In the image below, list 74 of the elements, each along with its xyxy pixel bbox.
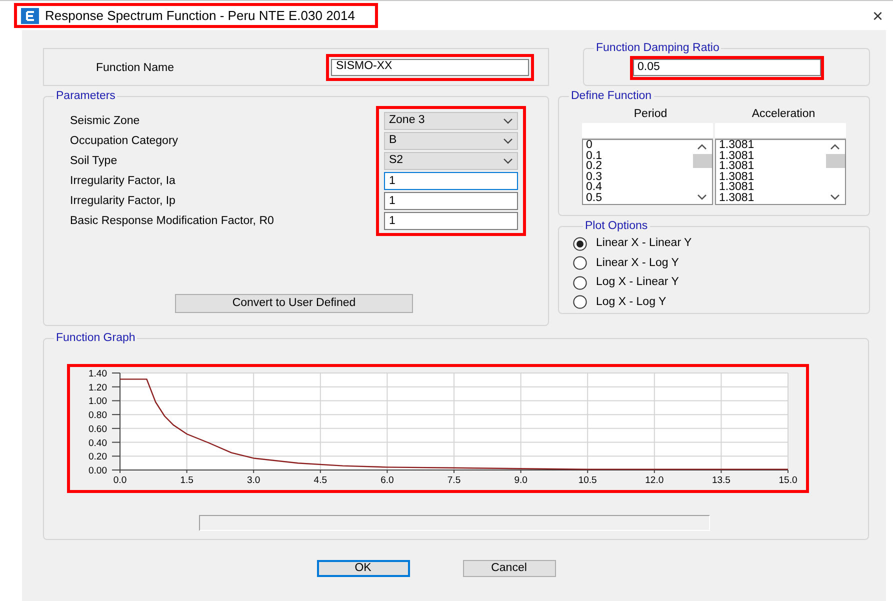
radio-button[interactable] — [573, 276, 587, 290]
cancel-button[interactable]: Cancel — [462, 560, 556, 577]
list-item[interactable]: 1.3081 — [719, 172, 825, 182]
chevron-icon — [503, 118, 513, 124]
radio-option[interactable]: Log X - Linear Y — [573, 273, 869, 292]
tick-label: 13.5 — [712, 475, 730, 486]
list-item[interactable]: 0.5 — [586, 192, 692, 203]
dropdown[interactable]: B — [384, 132, 518, 150]
input-field[interactable]: 1 — [384, 192, 518, 210]
list-item[interactable]: 0.4 — [586, 182, 692, 192]
tick-label: 7.5 — [447, 475, 461, 486]
field-label: Basic Response Modification Factor, R0 — [70, 214, 274, 229]
close-button[interactable]: × — [868, 6, 887, 24]
field-label: Occupation Category — [70, 134, 180, 149]
radio-button[interactable] — [573, 256, 587, 270]
tick-label: 0.0 — [113, 475, 127, 486]
app-icon — [21, 8, 39, 24]
list-item[interactable]: 0.2 — [586, 161, 692, 172]
group-title: Parameters — [55, 90, 116, 102]
list-item[interactable]: 1.3081 — [719, 192, 825, 203]
tick-label: 10.5 — [578, 475, 597, 486]
tick-label: 3.0 — [247, 475, 260, 486]
input-field[interactable]: 1 — [384, 172, 518, 190]
radio-button[interactable] — [573, 295, 587, 310]
chevron-icon — [503, 158, 513, 164]
column-header: Period — [632, 107, 668, 122]
list-item[interactable]: 1.3081 — [719, 140, 825, 150]
list-box[interactable]: 0 0.1 0.2 0.3 0.4 0.5 — [582, 139, 713, 205]
group-title: Define Function — [570, 90, 653, 102]
window-title: Response Spectrum Function - Peru NTE E.030 2014 — [45, 6, 355, 25]
group-title: Function Graph — [55, 332, 136, 344]
list-item[interactable]: 1.3081 — [719, 161, 825, 172]
tick-label: 0.20 — [88, 452, 107, 463]
tick-label: 0.60 — [88, 424, 107, 435]
input-field[interactable] — [715, 123, 846, 139]
tick-label: 1.40 — [88, 368, 107, 380]
input-field[interactable]: SISMO-XX — [331, 58, 529, 76]
radio-option[interactable]: Linear X - Linear Y — [573, 234, 869, 254]
tick-label: 9.0 — [514, 475, 528, 486]
list-item[interactable]: 1.3081 — [719, 150, 825, 161]
tick-label: 1.00 — [88, 396, 107, 408]
tick-label: 4.5 — [314, 475, 327, 486]
radio-button[interactable] — [573, 236, 587, 251]
list-box[interactable]: 1.3081 1.3081 1.3081 1.3081 1.3081 1.3081 — [715, 139, 846, 205]
chevron-icon — [503, 138, 513, 144]
tick-label: 1.20 — [88, 382, 107, 394]
field-label: Seismic Zone — [70, 114, 141, 129]
radio-option[interactable]: Log X - Log Y — [573, 292, 869, 312]
ok-button[interactable]: OK — [316, 560, 410, 577]
tick-label: 12.0 — [645, 475, 664, 486]
dropdown[interactable]: Zone 3 — [384, 112, 518, 130]
list-item[interactable]: 0 — [586, 140, 692, 150]
input-field[interactable]: 0.05 — [632, 59, 820, 76]
radio-option[interactable]: Linear X - Log Y — [573, 254, 869, 273]
tick-label: 0.80 — [88, 410, 107, 422]
convert-button[interactable]: Convert to User Defined — [175, 294, 413, 313]
tick-label: 15.0 — [778, 475, 798, 486]
dropdown[interactable]: S2 — [384, 152, 518, 170]
tick-label: 1.5 — [180, 475, 194, 486]
input-field[interactable]: 1 — [384, 212, 518, 230]
list-item[interactable]: 1.3081 — [719, 182, 825, 192]
column-header: Acceleration — [750, 107, 816, 122]
field-label: Soil Type — [70, 154, 118, 169]
input-field[interactable] — [582, 123, 713, 139]
tick-label: 0.00 — [88, 466, 107, 476]
field-label: Irregularity Factor, Ia — [70, 174, 176, 189]
group-title: Function Damping Ratio — [595, 42, 720, 54]
tick-label: 6.0 — [380, 475, 394, 486]
field-label: Function Name — [96, 61, 175, 76]
list-item[interactable]: 0.3 — [586, 172, 692, 182]
field-label: Irregularity Factor, Ip — [70, 194, 176, 209]
tick-label: 0.40 — [88, 438, 107, 449]
list-item[interactable]: 0.1 — [586, 150, 692, 161]
group-title: Plot Options — [584, 220, 649, 232]
